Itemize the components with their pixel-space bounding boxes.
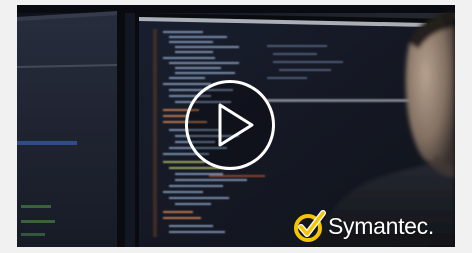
video-card: Symantec. (0, 0, 472, 253)
play-icon (218, 103, 254, 147)
video-player[interactable]: Symantec. (17, 5, 455, 247)
play-button[interactable] (185, 80, 275, 170)
brand-name: Symantec. (328, 212, 434, 239)
symantec-check-logo-icon (294, 210, 326, 242)
brand-watermark: Symantec. (293, 208, 434, 244)
